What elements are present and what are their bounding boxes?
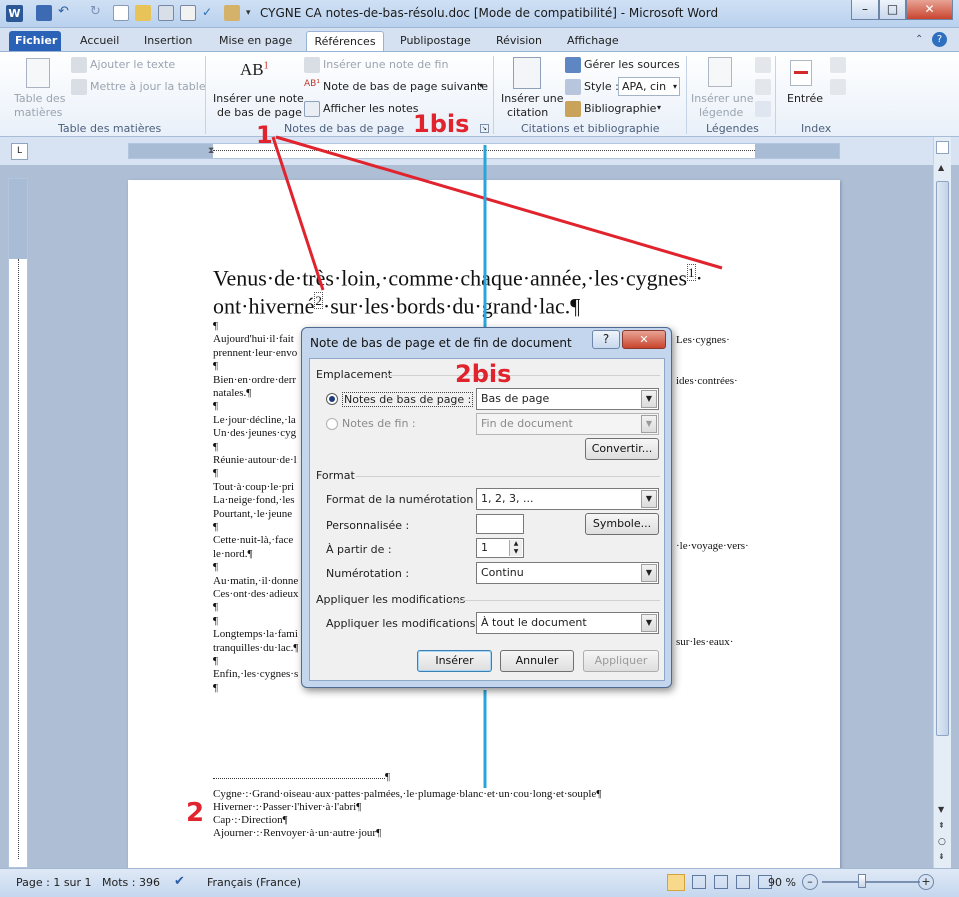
section-format: Format xyxy=(316,469,355,482)
section-divider xyxy=(386,375,660,376)
print-layout-icon[interactable] xyxy=(667,874,685,891)
endnotes-label[interactable]: Notes de fin : xyxy=(342,417,416,430)
custom-mark-label: Personnalisée : xyxy=(326,519,410,532)
numbering-format-label: Format de la numérotation : xyxy=(326,493,481,506)
insert-button[interactable]: Insérer xyxy=(417,650,492,672)
numbering-format-value: 1, 2, 3, ... xyxy=(481,492,534,505)
word-count[interactable]: Mots : 396 xyxy=(102,876,160,889)
zoom-slider-handle[interactable] xyxy=(858,874,866,888)
zoom-in-button[interactable]: + xyxy=(918,874,934,890)
dropdown-arrow-icon: ▼ xyxy=(641,490,657,508)
zoom-out-button[interactable]: – xyxy=(802,874,818,890)
dialog-close-label: ✕ xyxy=(639,333,649,346)
start-at-label: À partir de : xyxy=(326,543,392,556)
symbol-button[interactable]: Symbole... xyxy=(585,513,659,535)
endnotes-position-value: Fin de document xyxy=(481,417,573,430)
footnotes-label[interactable]: Notes de bas de page : xyxy=(342,392,474,407)
section-location: Emplacement xyxy=(316,368,393,381)
annotation-1bis: 1bis xyxy=(413,110,470,138)
dialog-title: Note de bas de page et de fin de documen… xyxy=(310,336,572,350)
dropdown-arrow-icon: ▼ xyxy=(641,390,657,408)
radio-endnotes[interactable] xyxy=(326,418,338,430)
dropdown-arrow-icon: ▼ xyxy=(641,415,657,433)
section-divider xyxy=(356,476,660,477)
endnotes-position-select[interactable]: Fin de document ▼ xyxy=(476,413,659,435)
full-screen-reading-icon[interactable] xyxy=(692,875,706,889)
apply-to-select[interactable]: À tout le document ▼ xyxy=(476,612,659,634)
start-at-value: 1 xyxy=(481,541,488,554)
annotation-1: 1 xyxy=(256,121,273,149)
custom-mark-input[interactable] xyxy=(476,514,524,534)
apply-button[interactable]: Appliquer xyxy=(583,650,659,672)
web-layout-icon[interactable] xyxy=(714,875,728,889)
dialog-help-button[interactable]: ? xyxy=(592,330,620,349)
annotation-2: 2 xyxy=(186,798,205,828)
radio-selected-dot xyxy=(329,396,335,402)
page-count[interactable]: Page : 1 sur 1 xyxy=(16,876,92,889)
proofing-icon[interactable]: ✔ xyxy=(174,874,185,889)
annotation-2bis: 2bis xyxy=(455,360,512,388)
zoom-slider[interactable] xyxy=(822,881,920,883)
convert-button[interactable]: Convertir... xyxy=(585,438,659,460)
dialog-body: Emplacement Notes de bas de page : Bas d… xyxy=(309,358,665,681)
dropdown-arrow-icon: ▼ xyxy=(641,564,657,582)
numbering-select[interactable]: Continu ▼ xyxy=(476,562,659,584)
radio-footnotes[interactable] xyxy=(326,393,338,405)
section-divider xyxy=(450,600,660,601)
numbering-label: Numérotation : xyxy=(326,567,410,580)
status-bar: Page : 1 sur 1 Mots : 396 ✔ Français (Fr… xyxy=(0,868,959,897)
numbering-value: Continu xyxy=(481,566,524,579)
cancel-button[interactable]: Annuler xyxy=(500,650,574,672)
spin-arrows-icon[interactable]: ▲ ▼ xyxy=(509,540,522,556)
section-apply: Appliquer les modifications xyxy=(316,593,466,606)
language-status[interactable]: Français (France) xyxy=(207,876,301,889)
annotation-line-1a xyxy=(271,136,325,291)
dropdown-arrow-icon: ▼ xyxy=(641,614,657,632)
annotation-line-1b xyxy=(275,135,723,270)
apply-to-label: Appliquer les modifications à : xyxy=(326,617,493,630)
zoom-level[interactable]: 90 % xyxy=(768,876,796,889)
outline-view-icon[interactable] xyxy=(736,875,750,889)
start-at-input[interactable]: 1 ▲ ▼ xyxy=(476,538,524,558)
apply-to-value: À tout le document xyxy=(481,616,587,629)
dialog-help-label: ? xyxy=(602,332,610,346)
footnotes-position-value: Bas de page xyxy=(481,392,550,405)
dialog-close-button[interactable]: ✕ xyxy=(622,330,666,349)
numbering-format-select[interactable]: 1, 2, 3, ... ▼ xyxy=(476,488,659,510)
footnotes-position-select[interactable]: Bas de page ▼ xyxy=(476,388,659,410)
